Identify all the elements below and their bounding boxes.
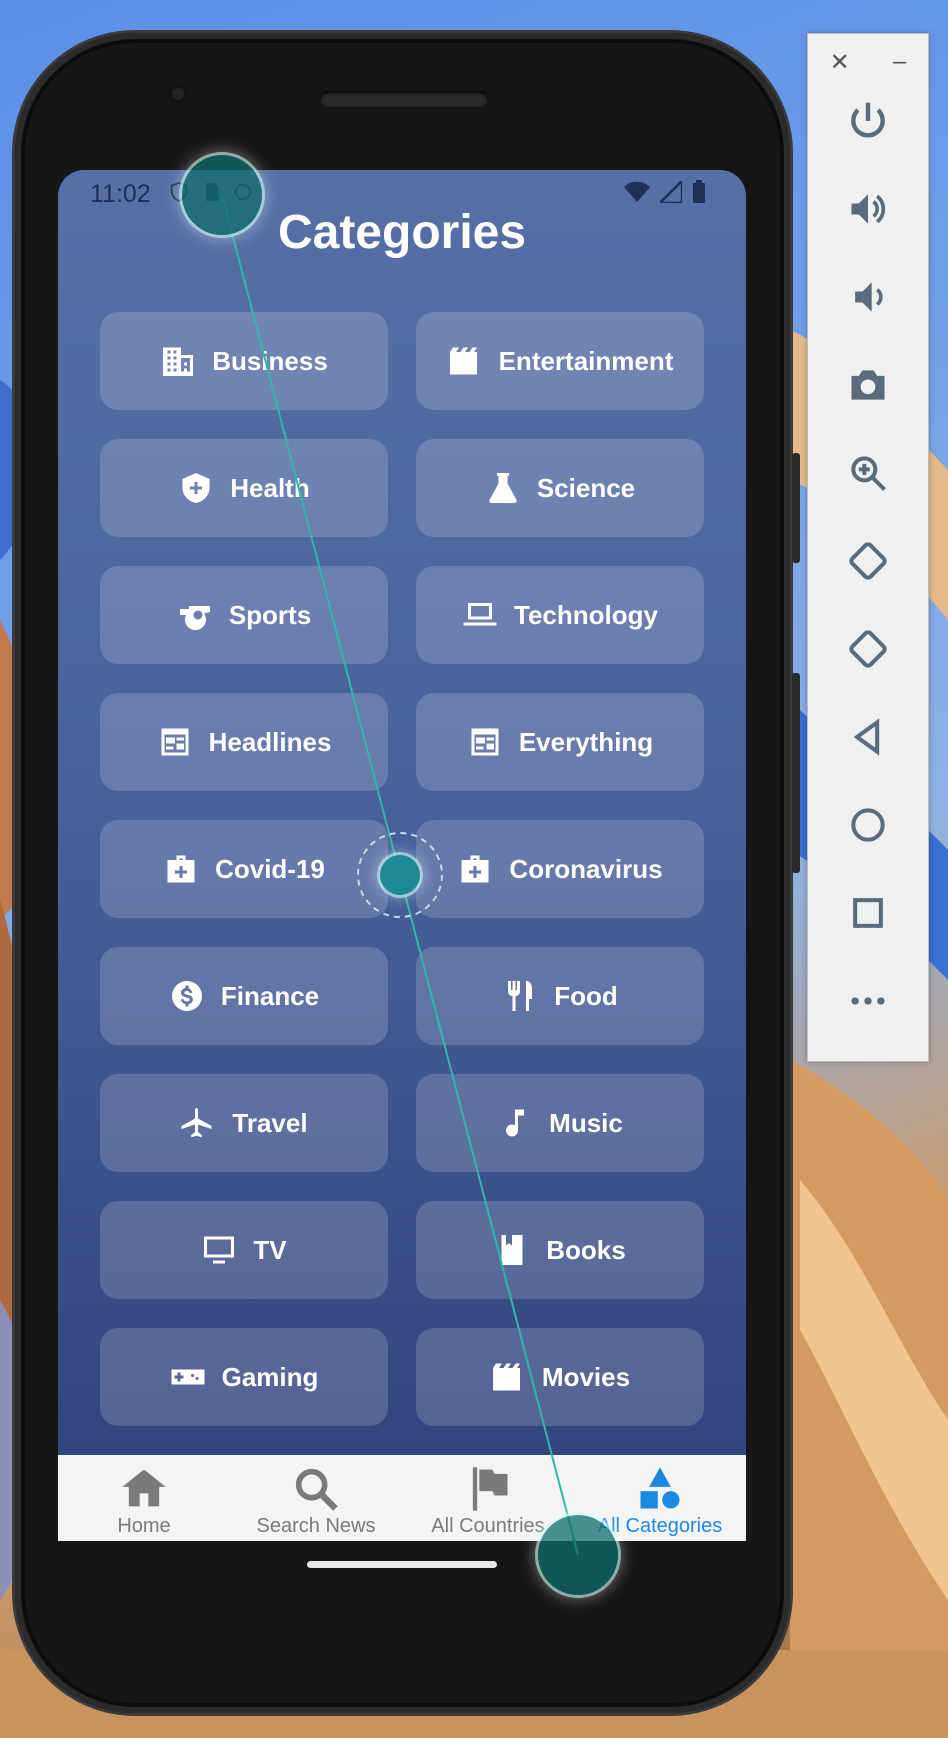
back-icon — [853, 718, 880, 756]
rotate-left-icon — [849, 542, 887, 580]
close-icon[interactable]: ✕ — [830, 48, 850, 77]
volume-up-icon — [851, 194, 886, 224]
power-button[interactable] — [808, 77, 928, 165]
more-button[interactable] — [808, 957, 928, 1045]
camera-icon — [851, 370, 885, 400]
volume-down-icon — [855, 282, 883, 312]
swipe-trace — [221, 194, 579, 1556]
rotate-right-icon — [849, 630, 887, 668]
emulator-side-panel: ✕ – — [807, 33, 929, 1062]
back-button[interactable] — [808, 693, 928, 781]
home-circle-icon — [851, 808, 885, 842]
more-icon — [851, 997, 885, 1005]
volume-up-button[interactable] — [808, 165, 928, 253]
rotate-left-button[interactable] — [808, 517, 928, 605]
rotate-right-button[interactable] — [808, 605, 928, 693]
screenshot-button[interactable] — [808, 341, 928, 429]
touch-start-indicator — [182, 155, 262, 235]
touch-point-indicator — [380, 855, 420, 895]
zoom-button[interactable] — [808, 429, 928, 517]
overview-button[interactable] — [808, 869, 928, 957]
zoom-icon — [851, 456, 886, 491]
touch-end-indicator — [538, 1515, 618, 1595]
overview-icon — [853, 898, 883, 928]
volume-down-button[interactable] — [808, 253, 928, 341]
power-icon — [851, 102, 885, 138]
minimize-icon[interactable]: – — [893, 48, 906, 77]
home-button[interactable] — [808, 781, 928, 869]
